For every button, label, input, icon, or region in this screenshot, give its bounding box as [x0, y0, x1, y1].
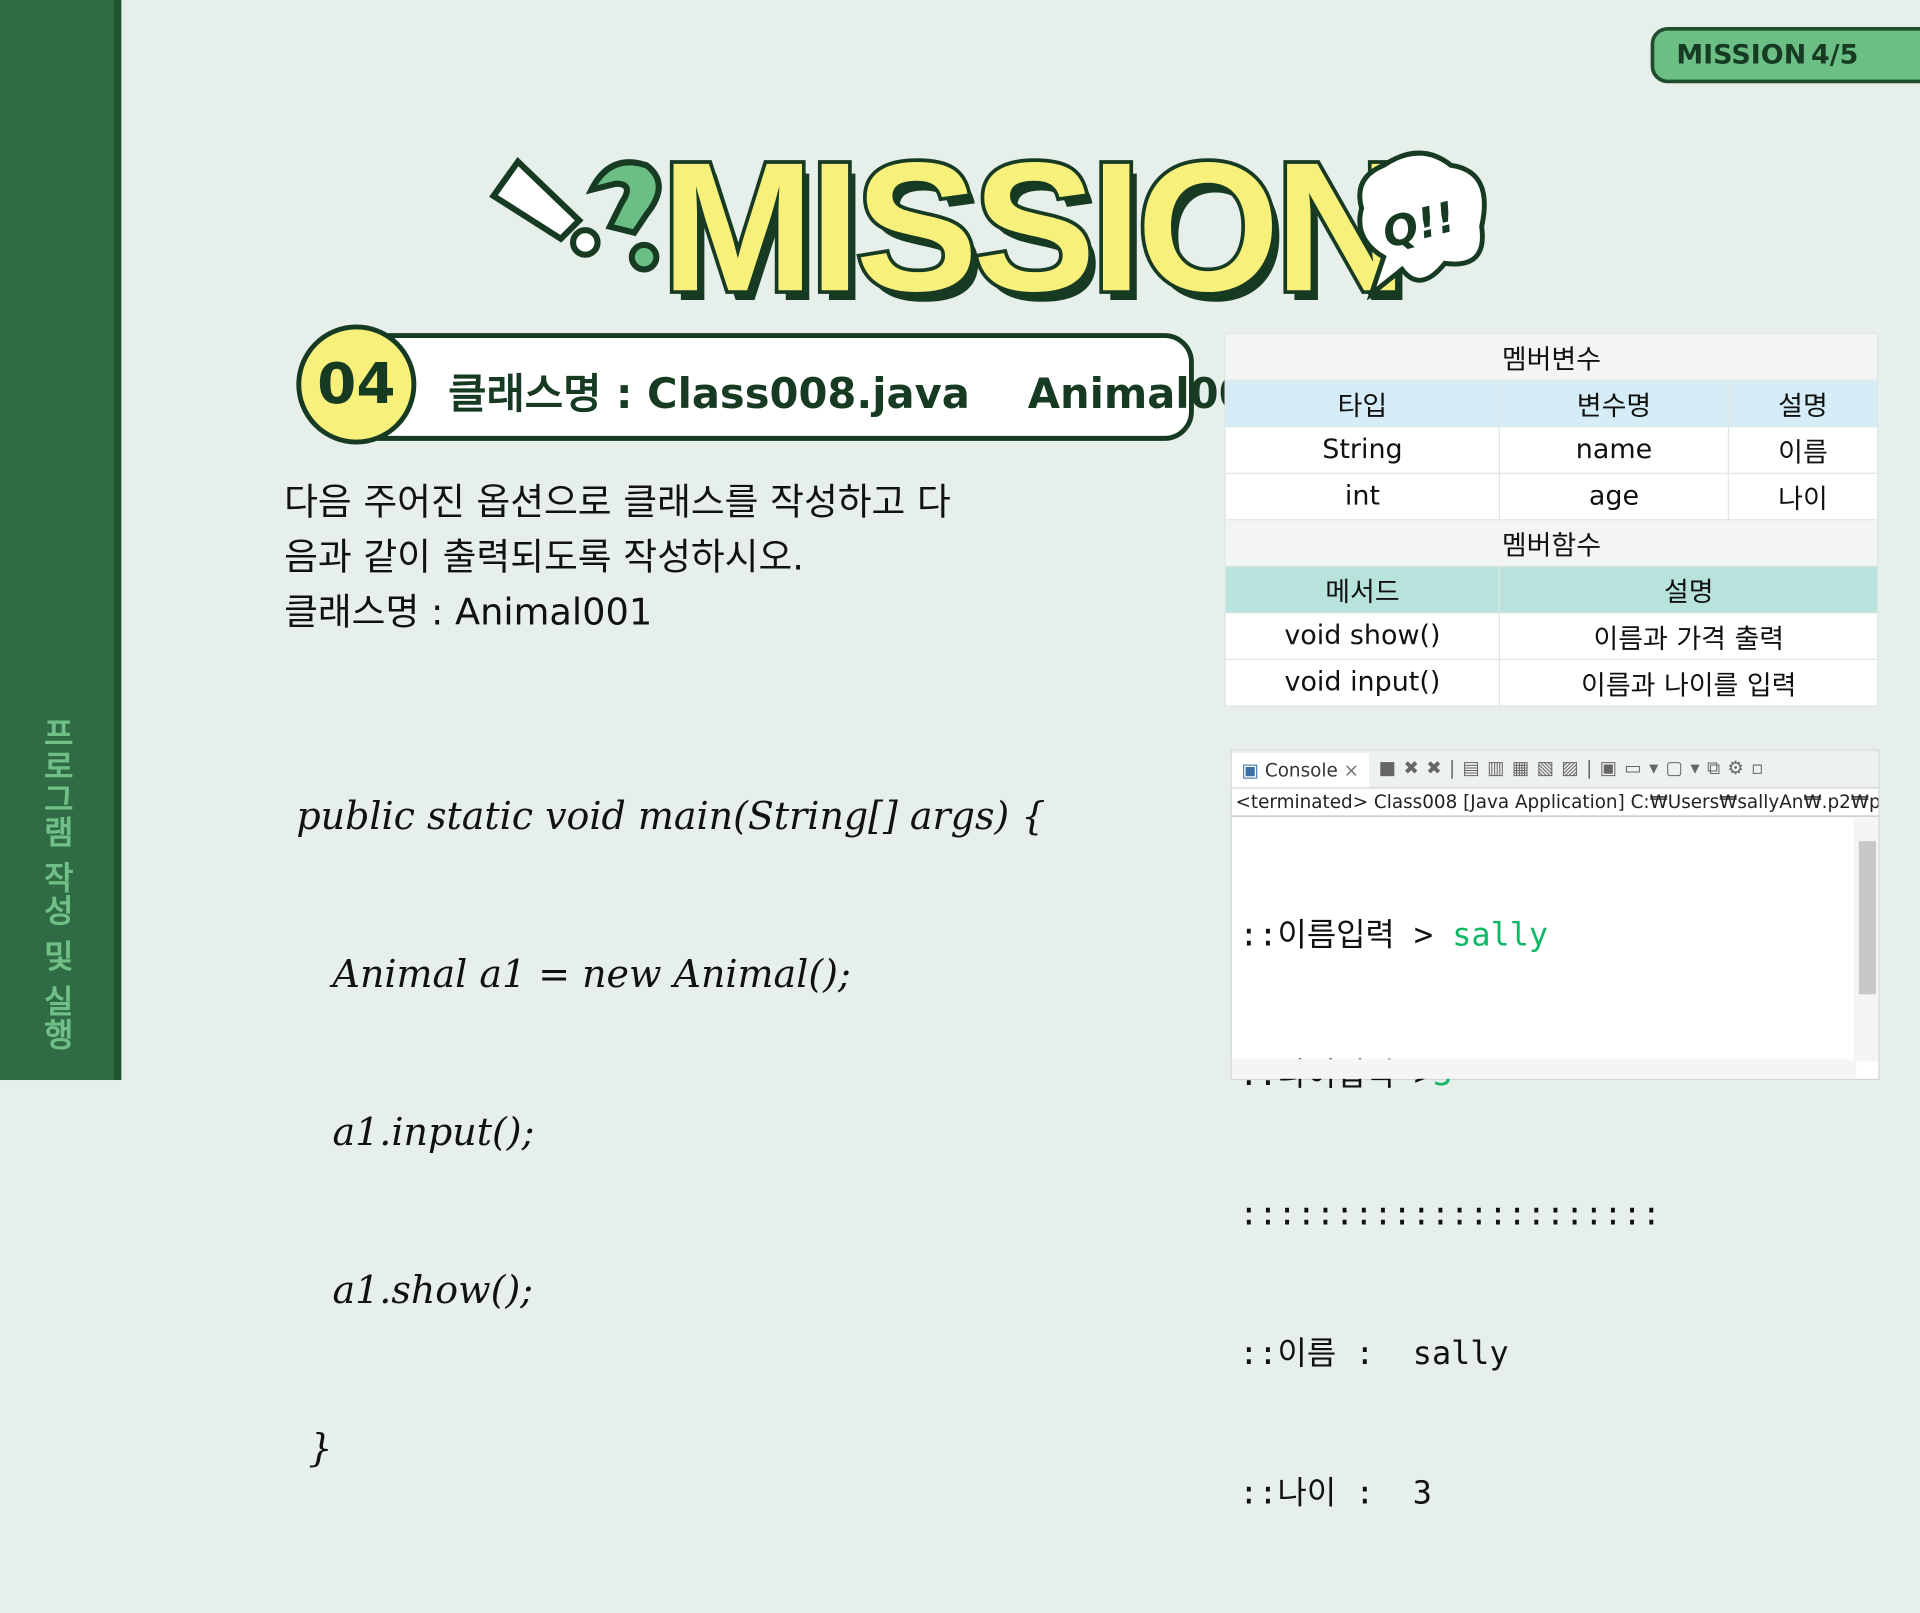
description-line: 클래스명 : Animal001: [284, 591, 653, 635]
description-line: 다음 주어진 옵션으로 클래스를 작성하고 다: [284, 481, 951, 525]
cell: void input(): [1224, 658, 1501, 707]
cell: 이름과 나이를 입력: [1499, 658, 1879, 707]
col-header: 설명: [1499, 565, 1879, 614]
vertical-scrollbar[interactable]: [1853, 816, 1879, 1062]
mission-number: 04: [296, 324, 417, 445]
cell: name: [1499, 426, 1729, 474]
code-line: Animal a1 = new Animal();: [296, 952, 851, 997]
code-line: a1.input();: [296, 1110, 535, 1155]
sidebar-label: 프로그램 작성 및 실행: [37, 716, 75, 1051]
output-text: ::나이 : 3: [1239, 1475, 1432, 1513]
header-text: 클래스명 : Class008.java Animal001: [448, 369, 1277, 419]
cell: 나이: [1727, 472, 1879, 521]
minimize-icon[interactable]: ▫: [1751, 757, 1771, 779]
console-status: <terminated> Class008 [Java Application]…: [1231, 789, 1879, 817]
scroll-lock-icon[interactable]: ▥: [1487, 757, 1512, 779]
copy-icon[interactable]: ⧉: [1707, 757, 1727, 779]
word-wrap-icon[interactable]: ▦: [1512, 757, 1537, 779]
remove-all-icon[interactable]: ✖: [1426, 757, 1449, 779]
cell: 이름: [1727, 426, 1879, 474]
sidebar: 프로그램 작성 및 실행: [0, 0, 122, 1081]
display-console-icon[interactable]: ▭▾: [1624, 757, 1665, 779]
col-header: 설명: [1727, 379, 1879, 428]
terminate-icon[interactable]: ■: [1379, 757, 1404, 779]
code-line: a1.show();: [296, 1268, 534, 1313]
member-vars-title: 멤버변수: [1224, 333, 1879, 381]
col-header: 변수명: [1499, 379, 1729, 428]
pin-icon[interactable]: ▣: [1600, 757, 1625, 779]
toolbar-icons: ■✖✖|▤▥▦▧▨|▣▭▾▢▾⧉⚙▫: [1378, 756, 1772, 779]
member-table: 멤버변수 타입 변수명 설명 String name 이름 int age 나이…: [1224, 333, 1879, 707]
code-block: public static void main(String[] args) {…: [296, 686, 1045, 1581]
slide: 프로그램 작성 및 실행 MISSION 4/5 MISSION Q!! 클래스…: [0, 0, 1920, 1512]
cell: int: [1224, 472, 1501, 521]
badge-progress: 4/5: [1811, 40, 1859, 72]
console-toolbar: ▣ Console × ■✖✖|▤▥▦▧▨|▣▭▾▢▾⧉⚙▫: [1231, 750, 1879, 789]
cell: String: [1224, 426, 1501, 474]
show-stderr-icon[interactable]: ▨: [1561, 757, 1586, 779]
table-row: void show() 이름과 가격 출력: [1224, 612, 1879, 661]
console-icon: ▣: [1241, 759, 1260, 782]
cell: age: [1499, 472, 1729, 521]
col-header: 메서드: [1224, 565, 1501, 614]
description: 다음 주어진 옵션으로 클래스를 작성하고 다 음과 같이 출력되도록 작성하시…: [284, 475, 951, 640]
code-line: public static void main(String[] args) {: [296, 794, 1046, 839]
table-row: int age 나이: [1224, 472, 1879, 521]
user-input: sally: [1452, 917, 1549, 954]
clear-icon[interactable]: ▤: [1463, 757, 1488, 779]
remove-icon[interactable]: ✖: [1404, 757, 1427, 779]
horizontal-scrollbar[interactable]: [1231, 1059, 1857, 1079]
exclaim-question-icon: [489, 156, 662, 273]
member-funcs-title: 멤버함수: [1224, 519, 1879, 567]
console-panel: ▣ Console × ■✖✖|▤▥▦▧▨|▣▭▾▢▾⧉⚙▫ <terminat…: [1230, 749, 1880, 1512]
console-output[interactable]: ::이름입력 > sally ::나이입력 >3 :::::::::::::::…: [1232, 817, 1879, 1613]
scrollbar-thumb[interactable]: [1858, 841, 1876, 995]
output-text: ::::::::::::::::::::::: [1239, 1196, 1661, 1234]
code-line: }: [296, 1426, 333, 1471]
table-row: String name 이름: [1224, 426, 1879, 474]
table-row: void input() 이름과 나이를 입력: [1224, 658, 1879, 707]
speech-bubble-icon: Q!!: [1357, 150, 1487, 301]
settings-icon[interactable]: ⚙: [1727, 757, 1751, 779]
console-tab[interactable]: ▣ Console ×: [1231, 753, 1369, 788]
cell: 이름과 가격 출력: [1499, 612, 1879, 661]
open-console-icon[interactable]: ▢▾: [1666, 757, 1707, 779]
output-text: ::이름 : sally: [1239, 1335, 1509, 1373]
description-line: 음과 같이 출력되도록 작성하시오.: [284, 536, 804, 580]
mission-badge: MISSION 4/5: [1650, 26, 1920, 84]
mission-header: 클래스명 : Class008.java Animal001: [367, 333, 1277, 441]
col-header: 타입: [1224, 379, 1501, 428]
badge-label: MISSION: [1676, 40, 1807, 72]
console-tab-label: Console: [1264, 759, 1338, 782]
output-text: ::이름입력 >: [1239, 917, 1453, 954]
mission-title: MISSION: [658, 123, 1412, 330]
close-icon[interactable]: ×: [1344, 759, 1359, 781]
cell: void show(): [1224, 612, 1501, 661]
show-stdout-icon[interactable]: ▧: [1537, 757, 1562, 779]
